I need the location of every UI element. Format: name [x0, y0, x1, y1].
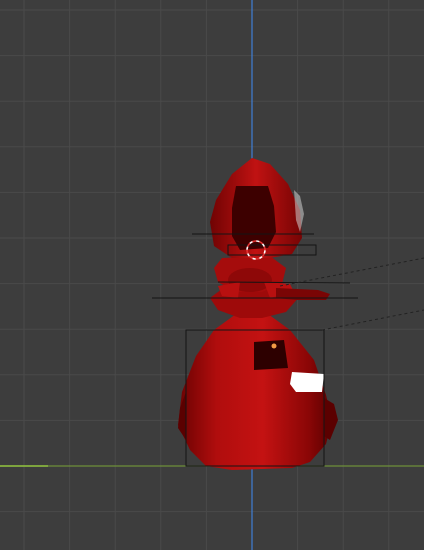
viewport-canvas[interactable]: [0, 0, 424, 550]
red-hood-model[interactable]: [178, 158, 338, 470]
object-origin-dot[interactable]: [271, 343, 277, 349]
model-chest-panel: [254, 340, 288, 370]
3d-viewport[interactable]: [0, 0, 424, 550]
model-light-patch: [290, 372, 324, 392]
model-right-panel: [324, 398, 338, 440]
model-hood-opening: [232, 186, 276, 250]
viewport-grid: [0, 0, 424, 550]
